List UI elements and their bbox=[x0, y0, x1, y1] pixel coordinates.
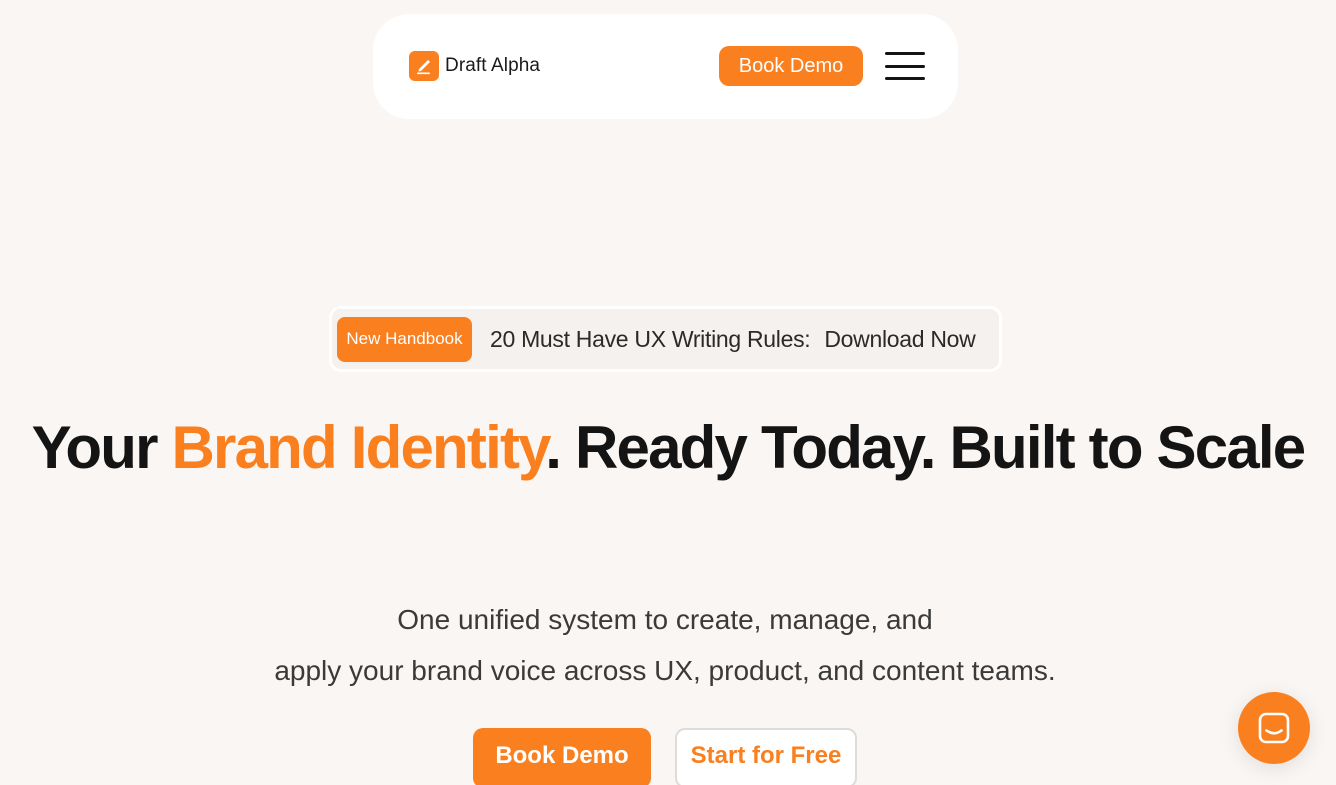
chat-icon bbox=[1258, 712, 1290, 744]
hero-title-pre: Your bbox=[31, 414, 172, 481]
book-demo-button[interactable]: Book Demo bbox=[473, 728, 651, 785]
hero-subtitle: One unified system to create, manage, an… bbox=[0, 594, 1330, 696]
logo[interactable]: Draft Alpha bbox=[409, 51, 540, 81]
header-bar: Draft Alpha Book Demo bbox=[373, 14, 958, 119]
chat-launcher-button[interactable] bbox=[1238, 692, 1310, 764]
hero-title: Your Brand Identity. Ready Today. Built … bbox=[0, 412, 1336, 484]
pen-logo-icon bbox=[409, 51, 439, 81]
hamburger-menu-icon[interactable] bbox=[885, 52, 925, 80]
download-now-link[interactable]: Download Now bbox=[824, 326, 975, 353]
hero-subtitle-line1: One unified system to create, manage, an… bbox=[397, 604, 933, 635]
landing-page: Draft Alpha Book Demo New Handbook 20 Mu… bbox=[0, 0, 1336, 785]
brand-name: Draft Alpha bbox=[445, 55, 541, 76]
hero-title-accent: Brand Identity bbox=[171, 414, 548, 481]
hero-title-post: . Ready Today. Built to Scale bbox=[545, 414, 1306, 481]
start-for-free-button[interactable]: Start for Free bbox=[675, 728, 857, 785]
new-handbook-badge: New Handbook bbox=[337, 316, 472, 362]
hero-subtitle-line2: apply your brand voice across UX, produc… bbox=[274, 655, 1056, 686]
header-book-demo-button[interactable]: Book Demo bbox=[719, 46, 863, 86]
announcement-text: 20 Must Have UX Writing Rules: bbox=[490, 325, 811, 352]
announcement-bar[interactable]: New Handbook 20 Must Have UX Writing Rul… bbox=[329, 306, 1002, 372]
